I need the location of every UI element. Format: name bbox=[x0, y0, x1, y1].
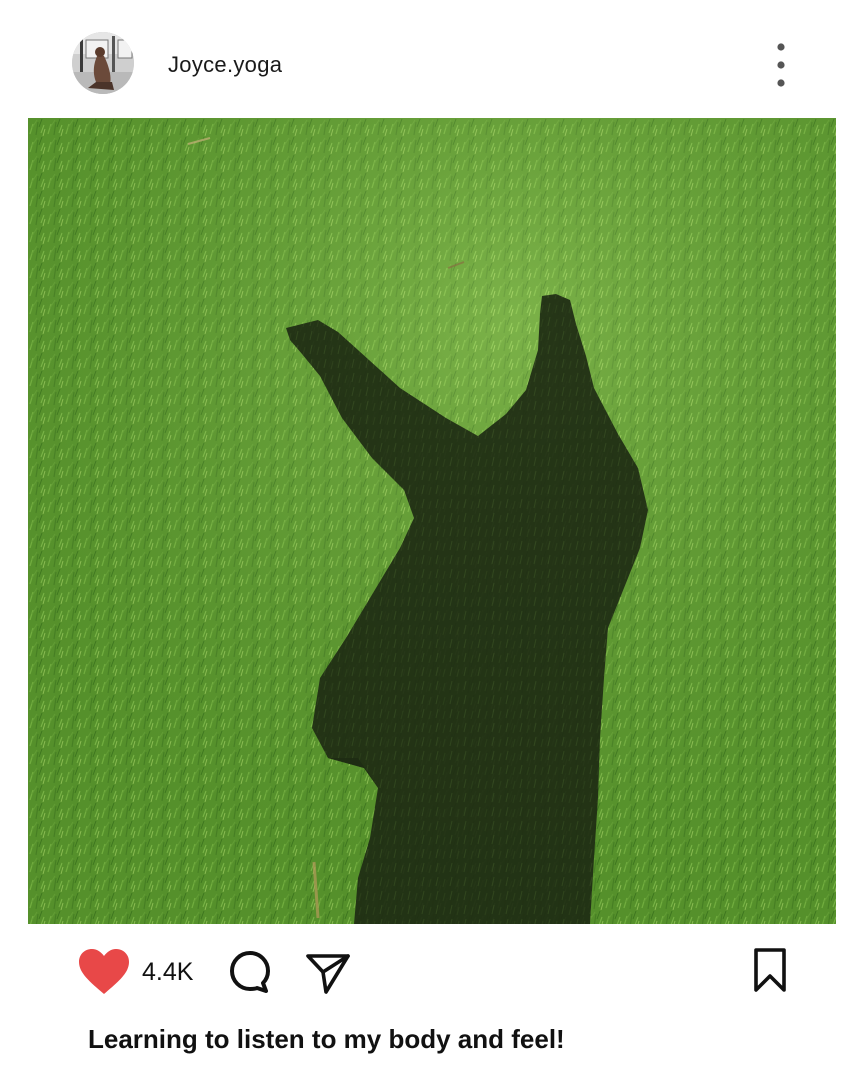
username[interactable]: Joyce.yoga bbox=[168, 52, 282, 78]
more-options-icon[interactable] bbox=[766, 40, 796, 94]
like-count: 4.4K bbox=[142, 958, 194, 986]
heart-icon[interactable] bbox=[78, 948, 130, 996]
grass-shadow-photo bbox=[28, 118, 836, 924]
post-header: Joyce.yoga bbox=[0, 0, 864, 118]
comment-bubble-icon[interactable] bbox=[226, 948, 274, 996]
post-caption: Learning to listen to my body and feel! bbox=[88, 1024, 565, 1054]
bookmark-icon[interactable] bbox=[750, 946, 790, 996]
paper-plane-icon[interactable] bbox=[304, 948, 352, 996]
avatar-photo bbox=[72, 32, 134, 94]
post-image[interactable] bbox=[28, 118, 836, 924]
post-actions: 4.4K bbox=[0, 924, 864, 1020]
avatar[interactable] bbox=[72, 32, 134, 94]
